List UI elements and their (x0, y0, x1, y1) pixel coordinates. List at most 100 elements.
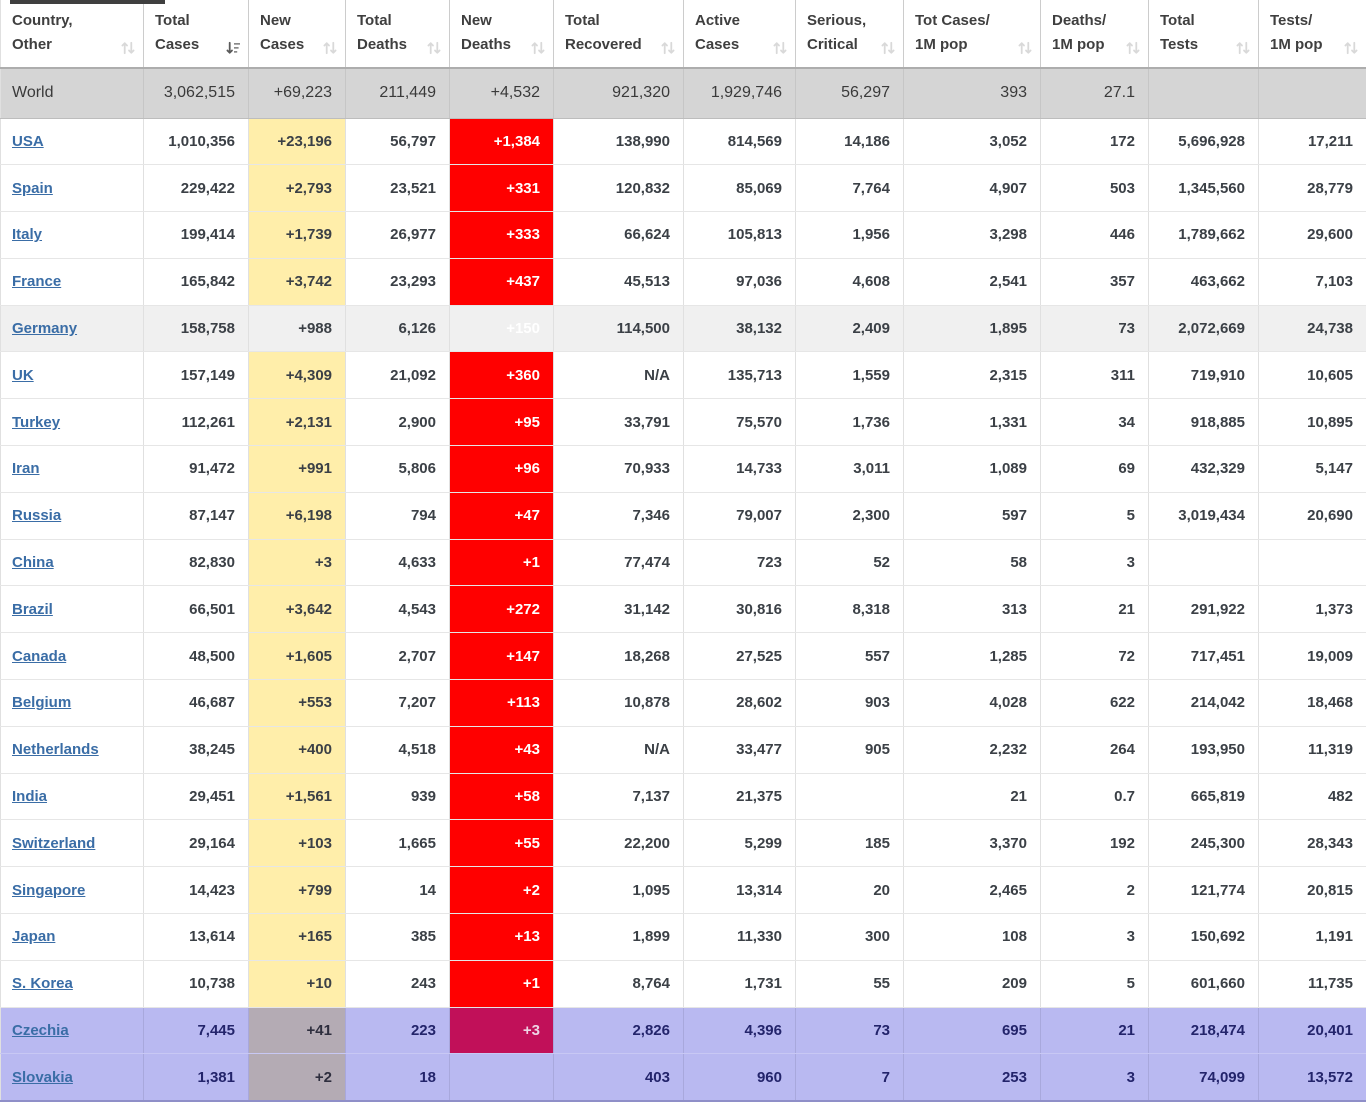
sort-icon[interactable] (530, 40, 546, 56)
country-link[interactable]: Italy (12, 226, 42, 243)
country-link[interactable]: Spain (12, 180, 53, 197)
cell-serious-critical (796, 773, 904, 820)
cell-serious-critical: 14,186 (796, 118, 904, 165)
cell-total-deaths: 794 (346, 492, 450, 539)
country-link[interactable]: Canada (12, 648, 66, 665)
cell-total-tests: 665,819 (1149, 773, 1259, 820)
sort-icon[interactable] (322, 40, 338, 56)
cell-deaths-per-1m: 2 (1041, 867, 1149, 914)
col-header-tests-per-1m[interactable]: Tests/1M pop (1259, 0, 1366, 68)
sort-icon[interactable] (880, 40, 896, 56)
col-header-label: Other (12, 36, 52, 53)
cell-tests-per-1m: 1,191 (1259, 914, 1366, 961)
col-header-serious-critical[interactable]: Serious,Critical (796, 0, 904, 68)
cell-total-deaths: 14 (346, 867, 450, 914)
cell-tests-per-1m: 20,815 (1259, 867, 1366, 914)
cell-active-cases: 14,733 (684, 446, 796, 493)
col-header-new-cases[interactable]: NewCases (249, 0, 346, 68)
country-link[interactable]: Brazil (12, 601, 53, 618)
table-row: Canada48,500+1,6052,707+14718,26827,5255… (1, 633, 1366, 680)
cell-new-cases: +553 (249, 680, 346, 727)
cell-total-cases: 29,164 (144, 820, 249, 867)
country-link[interactable]: Netherlands (12, 741, 99, 758)
country-link[interactable]: Russia (12, 507, 61, 524)
country-link[interactable]: USA (12, 133, 44, 150)
sort-desc-icon[interactable] (225, 40, 241, 56)
col-header-label: Critical (807, 36, 858, 53)
cell-new-cases: +6,198 (249, 492, 346, 539)
sort-icon[interactable] (1017, 40, 1033, 56)
country-link[interactable]: Switzerland (12, 835, 95, 852)
cell-serious-critical: 7 (796, 1054, 904, 1101)
country-link[interactable]: Belgium (12, 694, 71, 711)
col-header-active-cases[interactable]: ActiveCases (684, 0, 796, 68)
cell-active-cases: 5,299 (684, 820, 796, 867)
col-header-new-deaths[interactable]: NewDeaths (450, 0, 554, 68)
covid-stats-table: Country,OtherTotalCasesNewCasesTotalDeat… (0, 0, 1366, 1102)
cell-serious-critical: 20 (796, 867, 904, 914)
country-link[interactable]: UK (12, 367, 34, 384)
col-header-total-tests[interactable]: TotalTests (1149, 0, 1259, 68)
cell-cases-per-1m: 2,541 (904, 258, 1041, 305)
sort-icon[interactable] (1235, 40, 1251, 56)
col-header-total-recovered[interactable]: TotalRecovered (554, 0, 684, 68)
cell-deaths-per-1m: 0.7 (1041, 773, 1149, 820)
cell-cases-per-1m: 313 (904, 586, 1041, 633)
cell-tests-per-1m: 10,605 (1259, 352, 1366, 399)
sort-icon[interactable] (1343, 40, 1359, 56)
col-header-label: 1M pop (1052, 36, 1105, 53)
sort-icon[interactable] (120, 40, 136, 56)
cell-new-cases: +2,793 (249, 165, 346, 212)
sort-icon[interactable] (660, 40, 676, 56)
cell-tests-per-1m: 5,147 (1259, 446, 1366, 493)
cell-active-cases: 4,396 (684, 1007, 796, 1054)
cell-active-cases: 13,314 (684, 867, 796, 914)
cell-total-deaths: 243 (346, 960, 450, 1007)
country-link[interactable]: Czechia (12, 1022, 69, 1039)
country-link[interactable]: Slovakia (12, 1069, 73, 1086)
country-link[interactable]: Japan (12, 928, 55, 945)
col-header-label: New (461, 12, 492, 29)
col-header-label: Tests/ (1270, 12, 1312, 29)
col-header-label: Tests (1160, 36, 1198, 53)
col-header-name[interactable]: Country,Other (1, 0, 144, 68)
cell-cases-per-1m: 2,232 (904, 726, 1041, 773)
cell-total-deaths: 4,543 (346, 586, 450, 633)
table-row: Switzerland29,164+1031,665+5522,2005,299… (1, 820, 1366, 867)
cell-deaths-per-1m: 5 (1041, 960, 1149, 1007)
cell-cases-per-1m: 695 (904, 1007, 1041, 1054)
col-header-label: Deaths/ (1052, 12, 1106, 29)
cell-tests-per-1m: 29,600 (1259, 212, 1366, 259)
cell-new-deaths: +1,384 (450, 118, 554, 165)
country-link[interactable]: China (12, 554, 54, 571)
table-row: UK157,149+4,30921,092+360N/A135,7131,559… (1, 352, 1366, 399)
cell-serious-critical: 4,608 (796, 258, 904, 305)
sort-icon[interactable] (772, 40, 788, 56)
cell-total-recovered: 18,268 (554, 633, 684, 680)
country-link[interactable]: Turkey (12, 414, 60, 431)
country-link[interactable]: India (12, 788, 47, 805)
col-header-cases-per-1m[interactable]: Tot Cases/1M pop (904, 0, 1041, 68)
cell-total-tests: 1,789,662 (1149, 212, 1259, 259)
country-link[interactable]: Singapore (12, 882, 85, 899)
cell-deaths-per-1m: 69 (1041, 446, 1149, 493)
country-link[interactable]: S. Korea (12, 975, 73, 992)
country-link[interactable]: Iran (12, 460, 40, 477)
cell-total-cases: 158,758 (144, 305, 249, 352)
col-header-deaths-per-1m[interactable]: Deaths/1M pop (1041, 0, 1149, 68)
cell-total-recovered: 22,200 (554, 820, 684, 867)
col-header-total-deaths[interactable]: TotalDeaths (346, 0, 450, 68)
cell-active-cases: 38,132 (684, 305, 796, 352)
cell-total-cases: 3,062,515 (144, 68, 249, 118)
country-link[interactable]: Germany (12, 320, 77, 337)
country-link[interactable]: France (12, 273, 61, 290)
cell-total-cases: 82,830 (144, 539, 249, 586)
sort-icon[interactable] (426, 40, 442, 56)
cell-deaths-per-1m: 622 (1041, 680, 1149, 727)
cell-total-recovered: 10,878 (554, 680, 684, 727)
sort-icon[interactable] (1125, 40, 1141, 56)
col-header-total-cases[interactable]: TotalCases (144, 0, 249, 68)
cell-cases-per-1m: 1,089 (904, 446, 1041, 493)
cell-new-cases: +2 (249, 1054, 346, 1101)
cell-serious-critical: 56,297 (796, 68, 904, 118)
